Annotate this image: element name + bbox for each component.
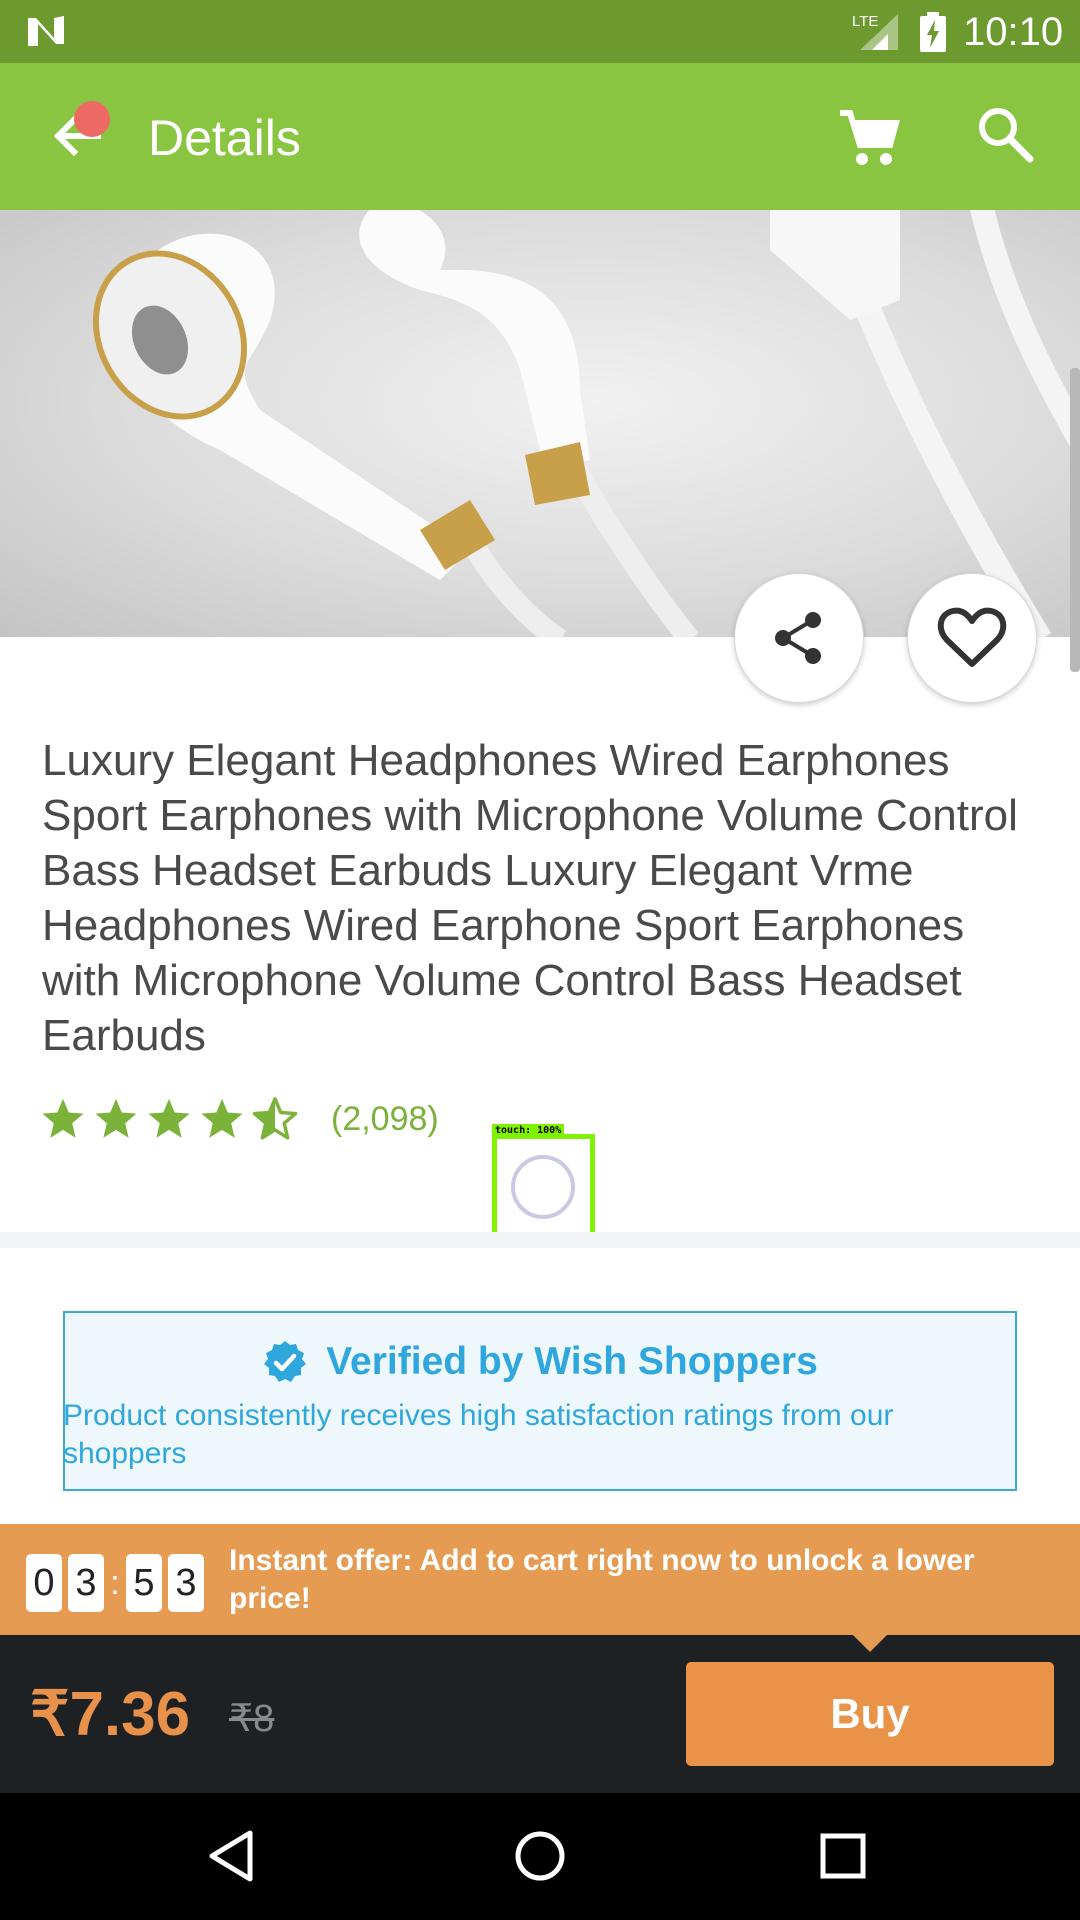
heart-outline-icon <box>937 607 1007 667</box>
timer-digit: 0 <box>26 1554 62 1612</box>
timer-digit: 5 <box>126 1554 162 1612</box>
instant-offer-bar[interactable]: 0 3 : 5 3 Instant offer: Add to cart rig… <box>0 1524 1080 1635</box>
touch-indicator-circle <box>511 1155 575 1219</box>
lte-signal-icon: LTE <box>852 13 898 50</box>
notification-n-icon <box>28 16 64 46</box>
buy-button[interactable]: Buy <box>686 1662 1054 1766</box>
app-toolbar: Details <box>0 63 1080 210</box>
timer-digit: 3 <box>68 1554 104 1612</box>
scroll-indicator <box>1070 368 1080 672</box>
star-full-icon <box>95 1098 137 1138</box>
star-half-icon <box>252 1097 298 1140</box>
nav-home-icon[interactable] <box>505 1821 575 1891</box>
original-price: ₹8 <box>229 1698 275 1740</box>
verified-badge-icon <box>264 1341 307 1382</box>
wishlist-button[interactable] <box>907 573 1037 703</box>
rating-count[interactable]: (2,098) <box>331 1100 439 1139</box>
star-full-icon <box>42 1098 84 1138</box>
product-image[interactable] <box>0 210 1080 637</box>
timer-separator: : <box>110 1563 120 1602</box>
shopping-cart-icon[interactable] <box>836 105 902 171</box>
current-price: ₹7.36 <box>30 1680 191 1749</box>
page-title: Details <box>148 110 301 166</box>
offer-pointer <box>853 1635 887 1652</box>
section-divider <box>0 1232 1080 1248</box>
battery-charging-icon <box>920 12 946 52</box>
purchase-bar: ₹7.36 ₹8 Buy <box>0 1635 1080 1793</box>
status-time: 10:10 <box>963 10 1064 54</box>
timer-digit: 3 <box>168 1554 204 1612</box>
nav-recents-icon[interactable] <box>808 1821 878 1891</box>
countdown-timer: 0 3 : 5 3 <box>26 1554 210 1612</box>
star-full-icon <box>148 1098 190 1138</box>
nav-back-icon[interactable] <box>200 1821 270 1891</box>
verified-banner: Verified by Wish Shoppers Product consis… <box>63 1311 1017 1491</box>
share-button[interactable] <box>734 573 864 703</box>
product-title: Luxury Elegant Headphones Wired Earphone… <box>42 736 1018 1060</box>
share-icon <box>775 612 821 664</box>
verified-description: Product consistently receives high satis… <box>63 1399 894 1470</box>
search-icon[interactable] <box>976 105 1036 165</box>
verified-header: Verified by Wish Shoppers <box>65 1339 1015 1385</box>
system-nav-bar <box>0 1793 1080 1920</box>
verified-title: Verified by Wish Shoppers <box>326 1340 818 1383</box>
notification-dot <box>74 101 110 137</box>
earphones-illustration <box>92 210 1080 637</box>
product-rating[interactable]: (2,098) <box>40 1094 439 1144</box>
offer-text: Instant offer: Add to cart right now to … <box>229 1544 975 1615</box>
star-full-icon <box>201 1098 243 1138</box>
lte-label: LTE <box>852 13 878 30</box>
status-bar: LTE 10:10 <box>0 0 1080 63</box>
